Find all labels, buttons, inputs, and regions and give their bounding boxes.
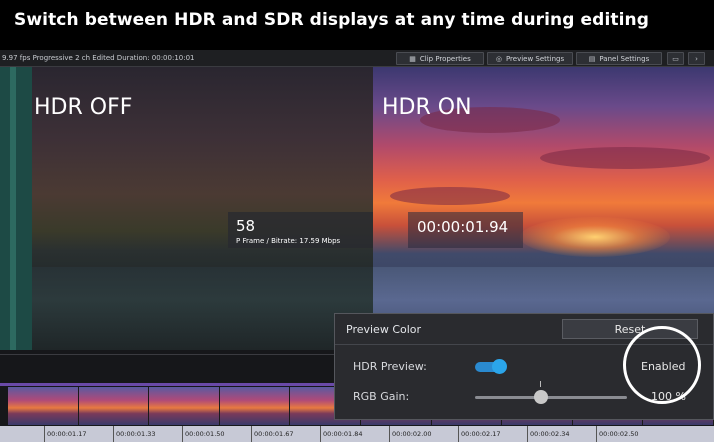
monitor-icon: ▭	[672, 54, 679, 63]
clip-thumbnail	[149, 387, 220, 425]
toolbar: 9.97 fps Progressive 2 ch Edited Duratio…	[0, 50, 714, 67]
frame-number: 58	[236, 217, 256, 235]
clip-properties-label: Clip Properties	[419, 54, 471, 63]
banner: Switch between HDR and SDR displays at a…	[0, 0, 714, 50]
hdr-preview-label: HDR Preview:	[353, 360, 427, 373]
hdr-preview-toggle-knob[interactable]	[492, 359, 507, 374]
frame-bitrate: P Frame / Bitrate: 17.59 Mbps	[236, 237, 341, 245]
clip-thumbnail	[8, 387, 79, 425]
expand-button[interactable]: ›	[688, 52, 705, 65]
ruler-tick: 00:00:02.00	[389, 426, 458, 442]
ruler-tick: 00:00:02.34	[527, 426, 596, 442]
sdr-sea	[0, 267, 373, 350]
clip-properties-button[interactable]: ▦ Clip Properties	[396, 52, 484, 65]
ruler-tick: 00:00:01.17	[44, 426, 113, 442]
sun-glow	[520, 217, 670, 257]
panel-title: Preview Color	[346, 323, 422, 336]
clip-thumbnail	[219, 387, 291, 425]
monitor-button[interactable]: ▭	[667, 52, 684, 65]
rgb-gain-label: RGB Gain:	[353, 390, 410, 403]
cloud	[540, 147, 710, 169]
chevron-right-icon: ›	[695, 54, 698, 63]
clip-info: 9.97 fps Progressive 2 ch Edited Duratio…	[2, 54, 195, 62]
ruler-tick: 00:00:01.33	[113, 426, 182, 442]
ruler-tick: 00:00:01.67	[251, 426, 320, 442]
timecode: 00:00:01.94	[417, 218, 509, 236]
properties-icon: ▦	[409, 54, 416, 63]
ruler-tick: 00:00:02.17	[458, 426, 527, 442]
rgb-gain-slider[interactable]	[475, 396, 627, 399]
track-strip-highlight	[10, 67, 16, 350]
preview-viewer[interactable]: HDR OFF HDR ON	[0, 67, 714, 350]
banner-title: Switch between HDR and SDR displays at a…	[14, 10, 649, 30]
time-ruler[interactable]: 00:00:01.17 00:00:01.33 00:00:01.50 00:0…	[0, 426, 714, 442]
preview-settings-label: Preview Settings	[505, 54, 565, 63]
highlight-circle	[623, 326, 701, 404]
cloud	[390, 187, 510, 205]
rgb-gain-default-tick	[540, 381, 541, 387]
clip-thumbnail	[78, 387, 150, 425]
track-strip	[0, 67, 32, 350]
panel-settings-button[interactable]: ▤ Panel Settings	[576, 52, 662, 65]
ruler-tick: 00:00:02.50	[596, 426, 665, 442]
hdr-off-label: HDR OFF	[34, 95, 133, 120]
panel-settings-label: Panel Settings	[599, 54, 650, 63]
panel-icon: ▤	[588, 54, 596, 63]
ruler-tick: 00:00:01.84	[320, 426, 389, 442]
preview-icon: ◎	[495, 54, 502, 63]
rgb-gain-slider-handle[interactable]	[534, 390, 548, 404]
preview-settings-button[interactable]: ◎ Preview Settings	[487, 52, 573, 65]
ruler-tick: 00:00:01.50	[182, 426, 251, 442]
hdr-on-label: HDR ON	[382, 95, 472, 120]
